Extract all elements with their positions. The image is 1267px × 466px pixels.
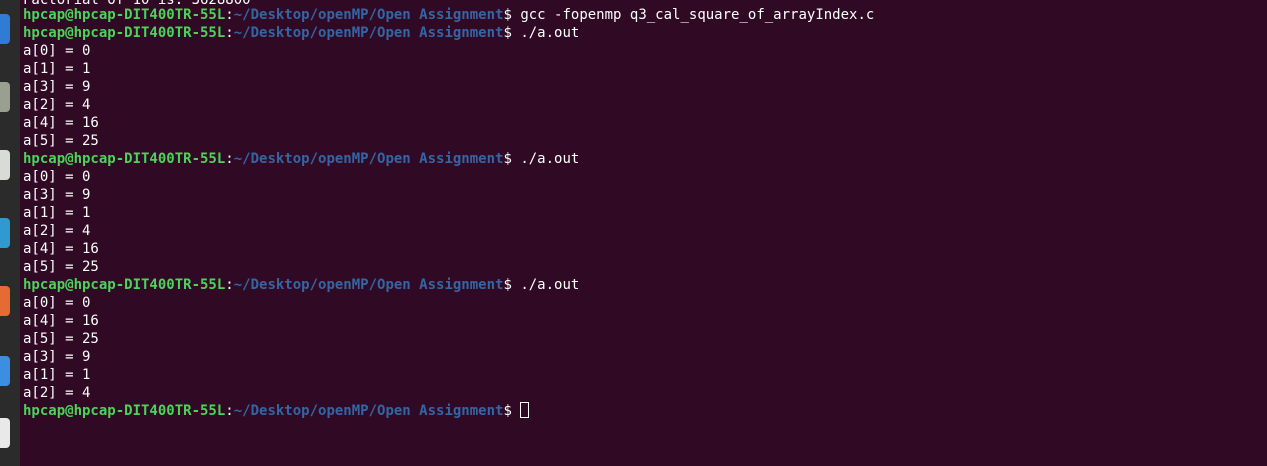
prompt-separator: : <box>225 151 234 167</box>
prompt-line: hpcap@hpcap-DIT400TR-55L:~/Desktop/openM… <box>23 6 874 24</box>
document-viewer-icon[interactable] <box>0 418 10 448</box>
output-line: a[5] = 25 <box>23 133 99 149</box>
output-line: a[4] = 16 <box>23 313 99 329</box>
files-icon[interactable] <box>0 82 10 112</box>
output-line: a[3] = 9 <box>23 187 91 203</box>
prompt-user-host: hpcap@hpcap-DIT400TR-55L <box>23 277 226 293</box>
output-line: a[3] = 9 <box>23 349 91 365</box>
output-line: a[0] = 0 <box>23 295 91 311</box>
output-line: a[1] = 1 <box>23 205 91 221</box>
output-line: a[4] = 16 <box>23 241 99 257</box>
command-text: ./a.out <box>520 277 580 293</box>
prompt-line: hpcap@hpcap-DIT400TR-55L:~/Desktop/openM… <box>23 402 530 420</box>
prompt-line: hpcap@hpcap-DIT400TR-55L:~/Desktop/openM… <box>23 24 579 42</box>
prompt-symbol: $ <box>503 7 521 23</box>
prompt-path: ~/Desktop/openMP/Open Assignment <box>233 7 504 23</box>
launcher-dock <box>0 0 20 466</box>
text-cursor[interactable] <box>520 402 530 418</box>
output-line: a[4] = 16 <box>23 115 99 131</box>
libreoffice-calc-icon[interactable] <box>0 218 10 248</box>
prompt-user-host: hpcap@hpcap-DIT400TR-55L <box>23 25 226 41</box>
prompt-path: ~/Desktop/openMP/Open Assignment <box>233 277 504 293</box>
libreoffice-writer-icon[interactable] <box>0 150 10 180</box>
firefox-icon[interactable] <box>0 14 10 44</box>
output-line: a[2] = 4 <box>23 223 91 239</box>
prompt-user-host: hpcap@hpcap-DIT400TR-55L <box>23 403 226 419</box>
output-line: a[1] = 1 <box>23 367 91 383</box>
command-text: ./a.out <box>520 25 580 41</box>
output-line: a[2] = 4 <box>23 97 91 113</box>
prompt-symbol: $ <box>503 277 521 293</box>
command-text: ./a.out <box>520 151 580 167</box>
output-line: a[2] = 4 <box>23 385 91 401</box>
prompt-path: ~/Desktop/openMP/Open Assignment <box>233 151 504 167</box>
prompt-path: ~/Desktop/openMP/Open Assignment <box>233 403 504 419</box>
output-line: a[1] = 1 <box>23 61 91 77</box>
prompt-separator: : <box>225 277 234 293</box>
terminal-window[interactable]: Factorial of 10 is: 3628800 hpcap@hpcap-… <box>20 0 1267 466</box>
prompt-separator: : <box>225 403 234 419</box>
output-line: a[0] = 0 <box>23 43 91 59</box>
prompt-user-host: hpcap@hpcap-DIT400TR-55L <box>23 7 226 23</box>
prompt-separator: : <box>225 25 234 41</box>
prompt-symbol: $ <box>503 403 521 419</box>
chromium-icon[interactable] <box>0 356 10 386</box>
prompt-symbol: $ <box>503 25 521 41</box>
prompt-symbol: $ <box>503 151 521 167</box>
output-line: a[3] = 9 <box>23 79 91 95</box>
software-center-icon[interactable] <box>0 286 10 316</box>
prompt-separator: : <box>225 7 234 23</box>
command-text: gcc -fopenmp q3_cal_square_of_arrayIndex… <box>520 7 875 23</box>
prompt-line: hpcap@hpcap-DIT400TR-55L:~/Desktop/openM… <box>23 150 579 168</box>
output-line: a[5] = 25 <box>23 259 99 275</box>
prompt-user-host: hpcap@hpcap-DIT400TR-55L <box>23 151 226 167</box>
output-line: a[0] = 0 <box>23 169 91 185</box>
prompt-line: hpcap@hpcap-DIT400TR-55L:~/Desktop/openM… <box>23 276 579 294</box>
prompt-path: ~/Desktop/openMP/Open Assignment <box>233 25 504 41</box>
output-line: a[5] = 25 <box>23 331 99 347</box>
